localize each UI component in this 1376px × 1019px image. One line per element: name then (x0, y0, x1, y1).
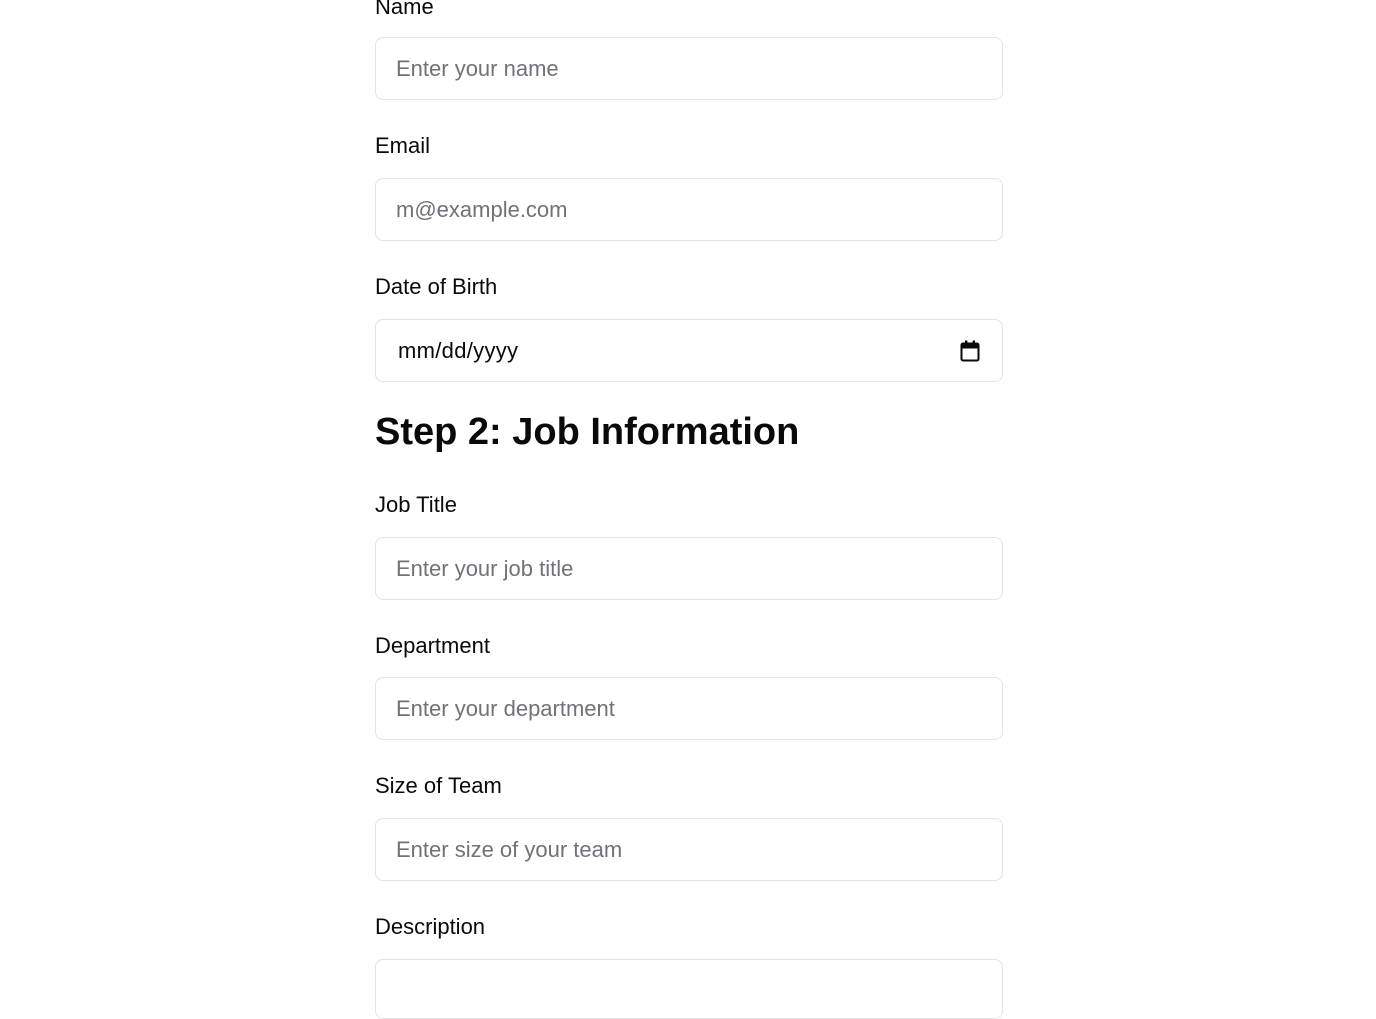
description-label: Description (375, 914, 486, 939)
calendar-icon[interactable] (960, 340, 980, 362)
job-title-label: Job Title (375, 492, 457, 517)
dob-label: Date of Birth (375, 274, 498, 299)
dob-value: mm/dd/yyyy (398, 337, 519, 363)
dob-input[interactable]: mm/dd/yyyy (375, 319, 1003, 382)
job-title-input[interactable] (375, 537, 1003, 600)
email-label: Email (375, 133, 431, 158)
team-size-input[interactable] (375, 818, 1003, 881)
description-textarea[interactable] (375, 959, 1003, 1019)
name-label: Name (375, 0, 434, 19)
email-input[interactable] (375, 178, 1003, 241)
team-size-label: Size of Team (375, 773, 502, 798)
name-input[interactable] (375, 37, 1003, 100)
step-2-heading: Step 2: Job Information (375, 411, 800, 453)
department-input[interactable] (375, 677, 1003, 740)
department-label: Department (375, 633, 490, 658)
